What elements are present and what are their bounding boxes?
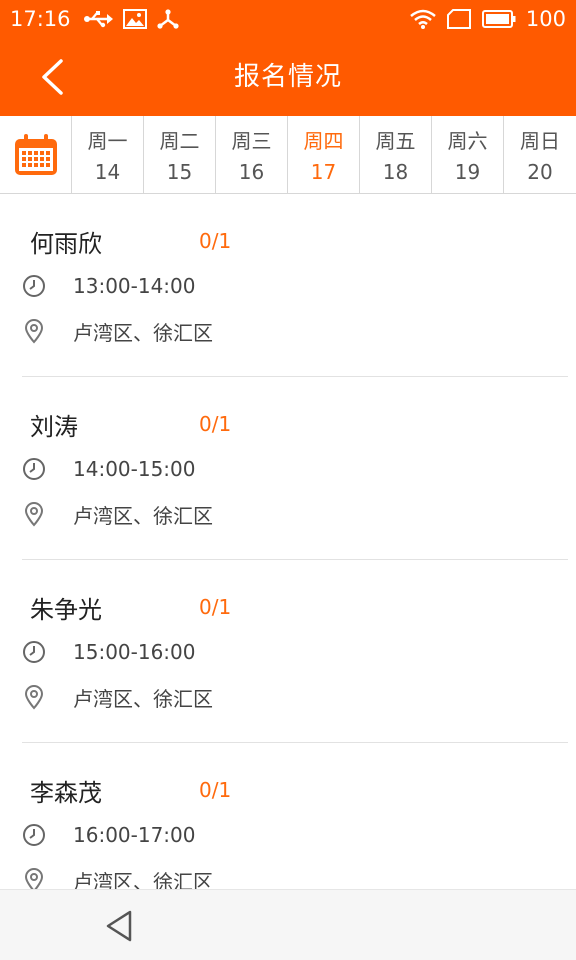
image-icon [122, 9, 147, 29]
time-row: 14:00-15:00 [22, 454, 196, 484]
status-time: 17:16 [10, 7, 71, 31]
day-name: 周二 [159, 129, 200, 153]
time-row: 16:00-17:00 [22, 820, 196, 850]
battery-level: 100 [525, 7, 566, 31]
day-tab-tue[interactable]: 周二 15 [144, 116, 216, 193]
slot-count: 0/1 [199, 595, 232, 619]
clock-icon [22, 640, 46, 664]
clock-icon [22, 274, 46, 298]
day-date: 18 [382, 160, 409, 184]
slot-count: 0/1 [199, 778, 232, 802]
status-bar-left: 17:16 [10, 7, 189, 31]
location-pin-icon [22, 685, 46, 710]
location-row: 卢湾区、徐汇区 [22, 316, 213, 346]
back-button[interactable] [30, 55, 74, 99]
time-row: 13:00-14:00 [22, 271, 196, 301]
wifi-icon [410, 9, 436, 29]
list-item[interactable]: 何雨欣 0/1 13:00-14:00 卢湾区、徐汇区 [22, 194, 568, 377]
share-icon [156, 9, 179, 29]
day-name: 周三 [231, 129, 272, 153]
usb-icon [83, 10, 113, 28]
day-name: 周一 [87, 129, 128, 153]
day-name: 周六 [447, 129, 488, 153]
system-nav-bar [0, 889, 576, 960]
system-back-button[interactable] [100, 907, 138, 945]
day-date: 15 [166, 160, 193, 184]
calendar-button[interactable] [0, 116, 72, 193]
day-name: 周四 [303, 129, 344, 153]
location-pin-icon [22, 502, 46, 527]
day-tab-fri[interactable]: 周五 18 [360, 116, 432, 193]
day-tab-thu[interactable]: 周四 17 [288, 116, 360, 193]
location-text: 卢湾区、徐汇区 [73, 320, 213, 345]
day-tab-sat[interactable]: 周六 19 [432, 116, 504, 193]
app-screen: 17:16 100 报名情况 周一 14 周二 15 周三 16 周四 17 周… [0, 0, 576, 960]
slot-count: 0/1 [199, 412, 232, 436]
person-name: 朱争光 [30, 596, 102, 624]
time-range: 16:00-17:00 [73, 823, 196, 847]
location-pin-icon [22, 319, 46, 344]
time-range: 15:00-16:00 [73, 640, 196, 664]
triangle-back-icon [106, 910, 132, 942]
location-text: 卢湾区、徐汇区 [73, 686, 213, 711]
time-range: 13:00-14:00 [73, 274, 196, 298]
status-bar: 17:16 100 [0, 0, 576, 38]
title-bar: 报名情况 [0, 38, 576, 116]
day-tab-sun[interactable]: 周日 20 [504, 116, 576, 193]
day-name: 周五 [375, 129, 416, 153]
sim-icon [446, 9, 472, 29]
person-name: 李森茂 [30, 779, 102, 807]
time-row: 15:00-16:00 [22, 637, 196, 667]
chevron-left-icon [42, 59, 63, 95]
clock-icon [22, 823, 46, 847]
day-tab-wed[interactable]: 周三 16 [216, 116, 288, 193]
day-date: 19 [454, 160, 481, 184]
time-range: 14:00-15:00 [73, 457, 196, 481]
battery-icon [481, 9, 516, 29]
day-date: 17 [310, 160, 337, 184]
location-row: 卢湾区、徐汇区 [22, 682, 213, 712]
slot-count: 0/1 [199, 229, 232, 253]
status-bar-right: 100 [400, 7, 566, 31]
calendar-icon [14, 133, 57, 175]
location-row: 卢湾区、徐汇区 [22, 499, 213, 529]
day-date: 16 [238, 160, 265, 184]
clock-icon [22, 457, 46, 481]
week-selector: 周一 14 周二 15 周三 16 周四 17 周五 18 周六 19 周日 2… [0, 116, 576, 194]
day-date: 20 [527, 160, 553, 184]
day-tab-mon[interactable]: 周一 14 [72, 116, 144, 193]
list-item[interactable]: 朱争光 0/1 15:00-16:00 卢湾区、徐汇区 [22, 560, 568, 743]
page-title: 报名情况 [233, 62, 342, 92]
day-date: 14 [94, 160, 121, 184]
list-item[interactable]: 刘涛 0/1 14:00-15:00 卢湾区、徐汇区 [22, 377, 568, 560]
day-name: 周日 [520, 129, 560, 153]
location-text: 卢湾区、徐汇区 [73, 503, 213, 528]
person-name: 刘涛 [30, 413, 78, 441]
person-name: 何雨欣 [30, 230, 102, 258]
signup-list: 何雨欣 0/1 13:00-14:00 卢湾区、徐汇区 刘涛 0/1 14:00… [0, 194, 576, 926]
